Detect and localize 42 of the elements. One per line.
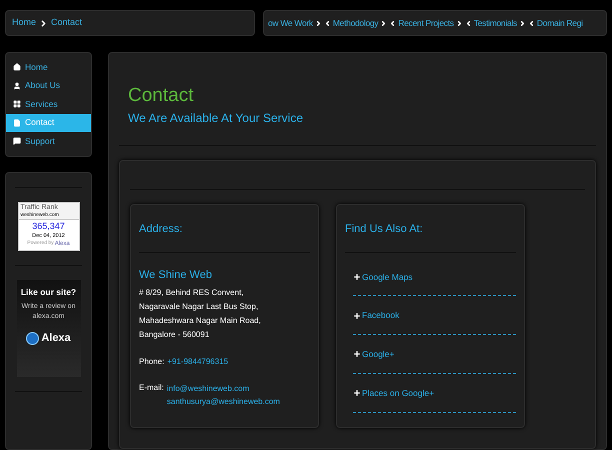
nav-link[interactable]: Methodology: [332, 16, 378, 30]
company-name: We Shine Web: [139, 268, 213, 282]
user-icon: [13, 82, 21, 90]
social-link[interactable]: Places on Google+: [362, 386, 434, 400]
sidebar-item[interactable]: About Us: [6, 76, 91, 95]
nav-link[interactable]: Recent Projects: [398, 16, 454, 30]
section-heading: Find Us Also At:: [345, 222, 424, 237]
widget-title: Like our site?: [20, 286, 76, 298]
rank-value: 365,347: [31, 220, 66, 232]
plus-icon: [353, 272, 361, 281]
phone-link[interactable]: +91-9844796315: [167, 356, 228, 368]
social-link[interactable]: Facebook: [362, 309, 400, 322]
sidebar-item[interactable]: Home: [6, 58, 91, 76]
home-icon: [13, 63, 21, 72]
address-line: # 8/29, Behind RES Convent,: [139, 287, 245, 299]
chevron-icon: [39, 18, 48, 28]
breadcrumb-link[interactable]: Home: [12, 16, 36, 30]
phone-label: Phone:: [139, 356, 164, 368]
plus-icon: [353, 389, 361, 398]
page-subtitle: We Are Available At Your Service: [127, 110, 304, 127]
alexa-logo: Alexa: [41, 331, 71, 346]
nav-link[interactable]: ow We Work: [268, 16, 313, 30]
address-line: Mahadeshwara Nagar Main Road,: [139, 315, 262, 327]
plus-icon: [353, 312, 361, 320]
page-title: Contact: [127, 85, 194, 107]
social-link[interactable]: Google+: [362, 348, 394, 361]
address-line: Bangalore - 560091: [139, 329, 210, 341]
email-link[interactable]: info@weshineweb.com: [166, 382, 280, 395]
page-icon: [13, 118, 21, 127]
breadcrumb-link[interactable]: Contact: [51, 16, 82, 30]
email-link[interactable]: santhusurya@weshineweb.com: [166, 395, 280, 408]
section-heading: Address:: [139, 222, 184, 237]
address-line: Nagaravale Nagar Last Bus Stop,: [139, 301, 260, 313]
nav-link[interactable]: Domain Regi: [536, 16, 583, 30]
nav-link[interactable]: Testimonials: [474, 16, 517, 30]
grid-icon: [13, 100, 21, 108]
sidebar-item[interactable]: Services: [6, 95, 91, 114]
comment-icon: [13, 137, 21, 146]
sidebar-item[interactable]: Support: [6, 132, 91, 150]
plus-icon: [353, 350, 361, 358]
email-label: E-mail:: [139, 382, 164, 394]
social-link[interactable]: Google Maps: [362, 270, 413, 284]
